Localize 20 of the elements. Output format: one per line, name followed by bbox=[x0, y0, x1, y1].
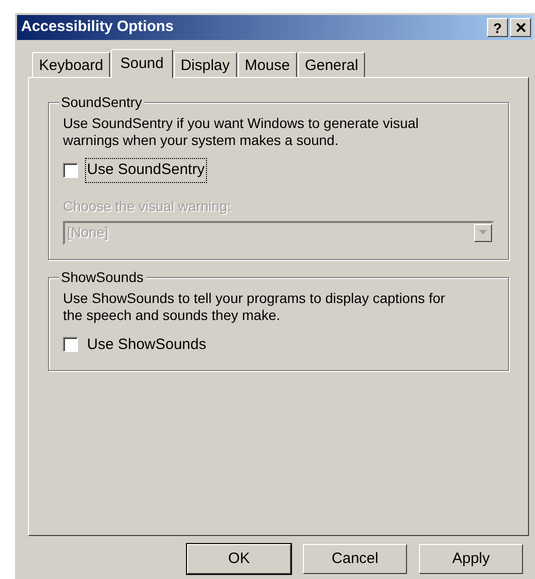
tab[interactable]: Mouse bbox=[238, 52, 297, 77]
tab[interactable]: Sound bbox=[111, 49, 173, 78]
dialog-button[interactable]: OK bbox=[187, 544, 291, 574]
checkbox[interactable] bbox=[63, 162, 78, 178]
tab[interactable]: Keyboard bbox=[32, 52, 110, 77]
checkbox[interactable] bbox=[63, 337, 78, 352]
description-text: Use ShowSounds to tell your programs to display captions for the speech and sounds they make. bbox=[63, 290, 446, 324]
help-button[interactable]: ? bbox=[487, 18, 508, 37]
description-text: Use SoundSentry if you want Windows to generate visual warnings when your system makes a sound. bbox=[63, 115, 420, 149]
close-icon bbox=[516, 23, 526, 32]
tab[interactable]: Display bbox=[174, 52, 237, 77]
group-title: ShowSounds bbox=[59, 268, 146, 284]
checkbox-label[interactable]: Use ShowSounds bbox=[86, 334, 208, 356]
tab[interactable]: General bbox=[298, 52, 366, 77]
close-button[interactable] bbox=[510, 18, 531, 37]
dialog-button[interactable]: Apply bbox=[419, 544, 523, 574]
window-title: Accessibility Options bbox=[21, 17, 175, 38]
group-title: SoundSentry bbox=[59, 94, 144, 110]
checkbox-label[interactable]: Use SoundSentry bbox=[86, 159, 206, 182]
dialog-button[interactable]: Cancel bbox=[303, 544, 407, 574]
